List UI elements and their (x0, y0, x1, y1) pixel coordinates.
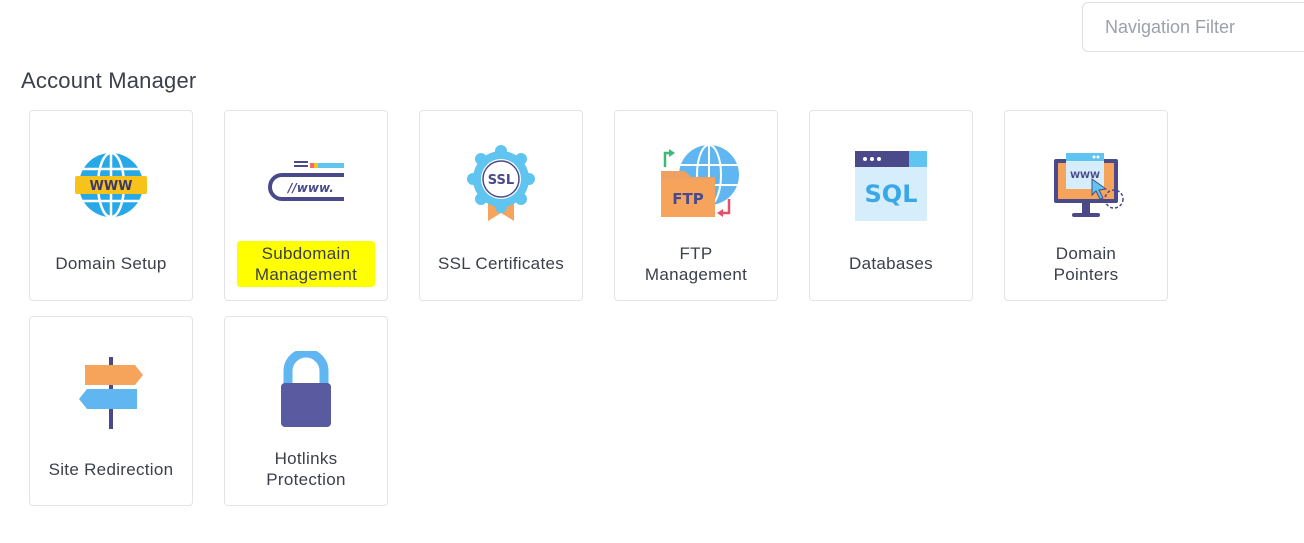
card-ssl-certificates[interactable]: SSL SSL Certificates (419, 110, 583, 301)
card-label: Hotlinks Protection (266, 449, 346, 489)
svg-text:SQL: SQL (865, 180, 918, 208)
card-domain-setup[interactable]: WWW Domain Setup (29, 110, 193, 301)
section-title: Account Manager (21, 68, 197, 93)
card-hotlinks-protection[interactable]: Hotlinks Protection (224, 316, 388, 506)
signpost-icon (30, 347, 192, 435)
svg-text:FTP: FTP (672, 190, 703, 208)
globe-www-icon: WWW (30, 141, 192, 229)
card-label: Domain Setup (55, 254, 167, 273)
card-label: Site Redirection (48, 459, 174, 479)
ssl-badge-icon: SSL (420, 141, 582, 229)
svg-text:WWW: WWW (1070, 171, 1100, 181)
padlock-icon (225, 347, 387, 435)
card-domain-pointers[interactable]: WWW Domain Pointers (1004, 110, 1168, 301)
card-site-redirection[interactable]: Site Redirection (29, 316, 193, 506)
svg-text://www.: //www. (286, 181, 334, 195)
navigation-filter-input[interactable] (1082, 2, 1304, 52)
sql-window-icon: SQL (810, 141, 972, 229)
card-databases[interactable]: SQL Databases (809, 110, 973, 301)
svg-text:SSL: SSL (488, 173, 514, 188)
www-address-bar-icon: //www. (225, 141, 387, 229)
card-label: FTP Management (644, 243, 748, 284)
card-label: Domain Pointers (1053, 243, 1119, 284)
ftp-folder-globe-icon: FTP (615, 141, 777, 229)
card-label: Databases (849, 254, 933, 273)
card-label: SSL Certificates (437, 254, 565, 273)
svg-text:WWW: WWW (89, 179, 132, 194)
card-subdomain-management[interactable]: //www. Subdomain Management (224, 110, 388, 301)
card-ftp-management[interactable]: FTP FTP Management (614, 110, 778, 301)
card-label: Subdomain Management (237, 240, 375, 287)
monitor-www-pointer-icon: WWW (1005, 141, 1167, 229)
